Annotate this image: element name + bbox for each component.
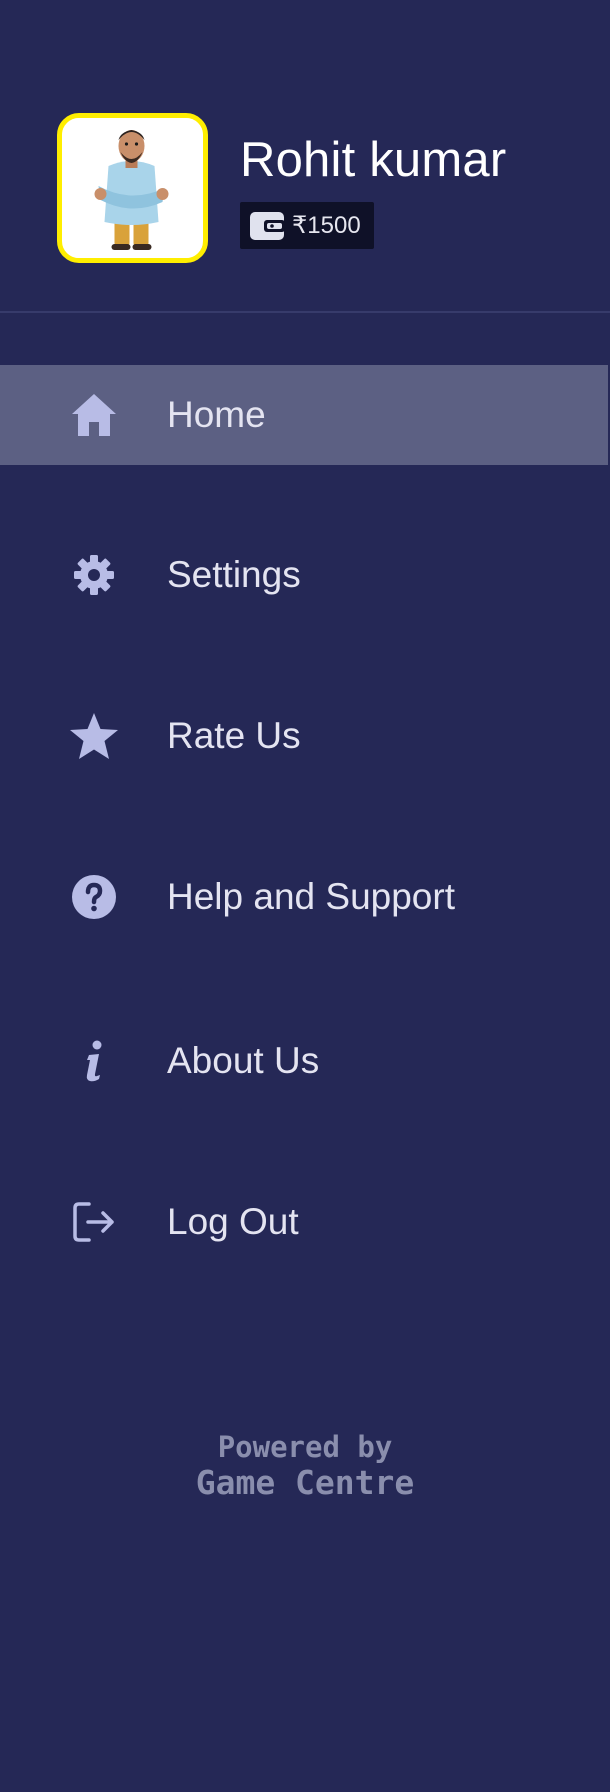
navigation-drawer: Rohit kumar ₹1500 Home Settings Rate Us … bbox=[0, 0, 610, 1792]
info-icon bbox=[68, 1035, 120, 1087]
menu-item-label: Home bbox=[167, 394, 266, 435]
menu-item-label: About Us bbox=[167, 1040, 320, 1081]
menu-item-label: Rate Us bbox=[167, 715, 301, 756]
user-name: Rohit kumar bbox=[240, 133, 507, 187]
gear-icon bbox=[68, 549, 120, 601]
menu-item-label: Log Out bbox=[167, 1201, 299, 1242]
menu-item-label: Settings bbox=[167, 554, 301, 595]
menu-item-label: Help and Support bbox=[167, 876, 455, 917]
menu-item-home[interactable]: Home bbox=[0, 365, 608, 465]
powered-by-text: Powered by bbox=[217, 1430, 393, 1464]
menu-item-rate-us[interactable]: Rate Us bbox=[0, 686, 608, 786]
star-icon bbox=[68, 710, 120, 762]
wallet-icon bbox=[249, 209, 287, 243]
menu-item-settings[interactable]: Settings bbox=[0, 525, 608, 625]
profile-header: Rohit kumar ₹1500 bbox=[0, 0, 610, 313]
avatar[interactable] bbox=[57, 113, 208, 263]
wallet-amount: ₹1500 bbox=[292, 212, 361, 239]
menu-item-help-and-support[interactable]: Help and Support bbox=[0, 847, 608, 947]
wallet-balance[interactable]: ₹1500 bbox=[240, 202, 374, 249]
menu-item-log-out[interactable]: Log Out bbox=[0, 1172, 608, 1272]
person-avatar-icon bbox=[62, 118, 203, 258]
logout-icon bbox=[68, 1196, 120, 1248]
help-icon bbox=[68, 871, 120, 923]
home-icon bbox=[68, 389, 120, 441]
powered-by-footer: Powered by Game Centre bbox=[0, 1430, 610, 1502]
brand-name: Game Centre bbox=[195, 1463, 415, 1502]
menu-item-about-us[interactable]: About Us bbox=[0, 1011, 608, 1111]
